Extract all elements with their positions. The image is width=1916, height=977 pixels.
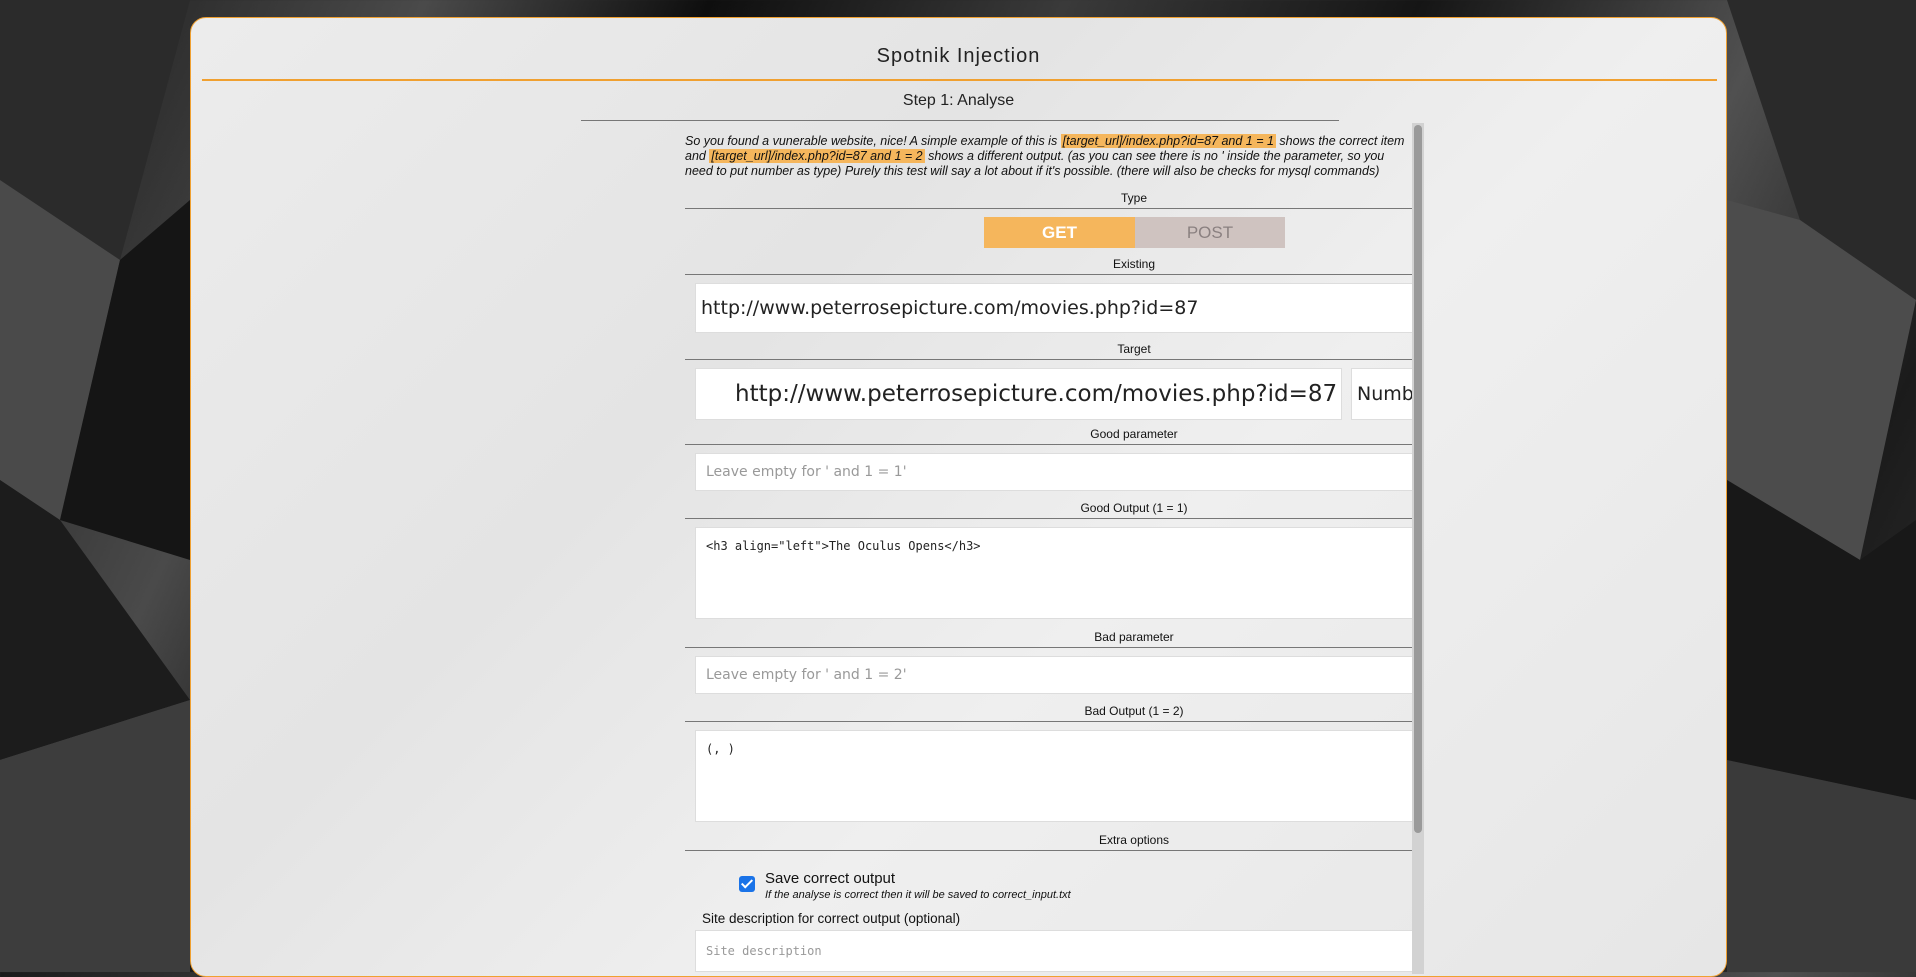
save-output-hint: If the analyse is correct then it will b… [765,889,1071,901]
section-existing: Existing ? [685,257,1416,275]
good-output-value: <h3 align="left">The Oculus Opens</h3> [706,539,981,553]
section-type: Type ? [685,191,1416,209]
analyse-panel: So you found a vunerable website, nice! … [491,122,1416,974]
title-divider [202,79,1717,81]
scrollbar-thumb[interactable] [1414,125,1422,833]
section-bad-parameter: Bad parameter ? [685,630,1416,648]
section-type-label: Type [1120,191,1147,205]
intro-example-bad: [target_url]/index.php?id=87 and 1 = 2 [709,149,925,163]
section-bad-parameter-label: Bad parameter [1094,630,1174,644]
existing-select[interactable]: http://www.peterrosepicture.com/movies.p… [695,283,1416,333]
panel-scrollbar[interactable] [1412,123,1424,974]
main-card: Spotnik Injection Step 1: Analyse So you… [190,17,1727,977]
good-output-textarea[interactable]: <h3 align="left">The Oculus Opens</h3> [695,527,1416,619]
save-output-checkbox[interactable] [739,876,755,892]
type-get-button[interactable]: GET [984,217,1135,248]
bad-parameter-placeholder: Leave empty for ' and 1 = 2' [706,667,907,683]
section-target-label: Target [1117,342,1151,356]
section-good-parameter: Good parameter ? [685,427,1416,445]
site-description-label: Site description for correct output (opt… [702,911,961,926]
step-title: Step 1: Analyse [902,92,1015,109]
section-good-output: Good Output (1 = 1) ? [685,501,1416,519]
section-extra-options: Extra options ? [685,833,1416,851]
section-good-output-label: Good Output (1 = 1) [1080,501,1188,515]
bad-output-value: (, ) [706,742,735,756]
section-extra-options-label: Extra options [1098,833,1170,847]
site-description-placeholder: Site description [706,944,822,958]
good-parameter-placeholder: Leave empty for ' and 1 = 1' [706,464,907,480]
target-type-select[interactable]: Number [1351,368,1416,420]
existing-select-value: http://www.peterrosepicture.com/movies.p… [701,297,1199,319]
site-description-input[interactable]: Site description [695,930,1416,972]
app-title: Spotnik Injection [876,45,1041,67]
intro-text: So you found a vunerable website, nice! … [685,134,1405,179]
section-existing-label: Existing [1112,257,1156,271]
target-url-value: http://www.peterrosepicture.com/movies.p… [735,381,1338,407]
bad-parameter-input[interactable]: Leave empty for ' and 1 = 2' [695,656,1416,694]
bad-output-textarea[interactable]: (, ) [695,730,1416,822]
section-bad-output-label: Bad Output (1 = 2) [1084,704,1184,718]
type-post-button[interactable]: POST [1135,217,1285,248]
intro-example-good: [target_url]/index.php?id=87 and 1 = 1 [1060,134,1276,148]
section-target: Target ? [685,342,1416,360]
target-url-input[interactable]: http://www.peterrosepicture.com/movies.p… [695,368,1342,420]
intro-part-1: So you found a vunerable website, nice! … [685,134,1061,148]
save-output-label[interactable]: Save correct output [765,870,895,887]
section-bad-output: Bad Output (1 = 2) ? [685,704,1416,722]
section-good-parameter-label: Good parameter [1090,427,1178,441]
target-type-value: Number [1357,383,1416,405]
good-parameter-input[interactable]: Leave empty for ' and 1 = 1' [695,453,1416,491]
step-divider [581,120,1339,121]
